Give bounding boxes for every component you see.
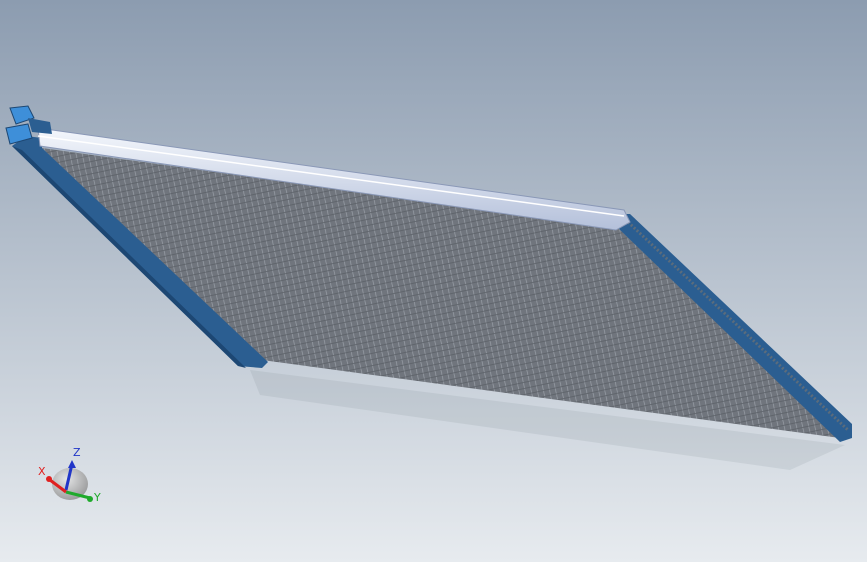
triad-label-z: Z bbox=[73, 446, 81, 459]
y-axis-end-icon bbox=[87, 496, 93, 502]
model-scene[interactable] bbox=[0, 0, 867, 562]
3d-viewport[interactable]: X Y Z bbox=[0, 0, 867, 562]
triad-label-x: X bbox=[38, 465, 46, 478]
x-axis-end-icon bbox=[46, 476, 52, 482]
z-arrow-icon bbox=[68, 460, 76, 468]
reference-triad: X Y Z bbox=[30, 444, 110, 514]
triad-label-y: Y bbox=[94, 491, 101, 504]
